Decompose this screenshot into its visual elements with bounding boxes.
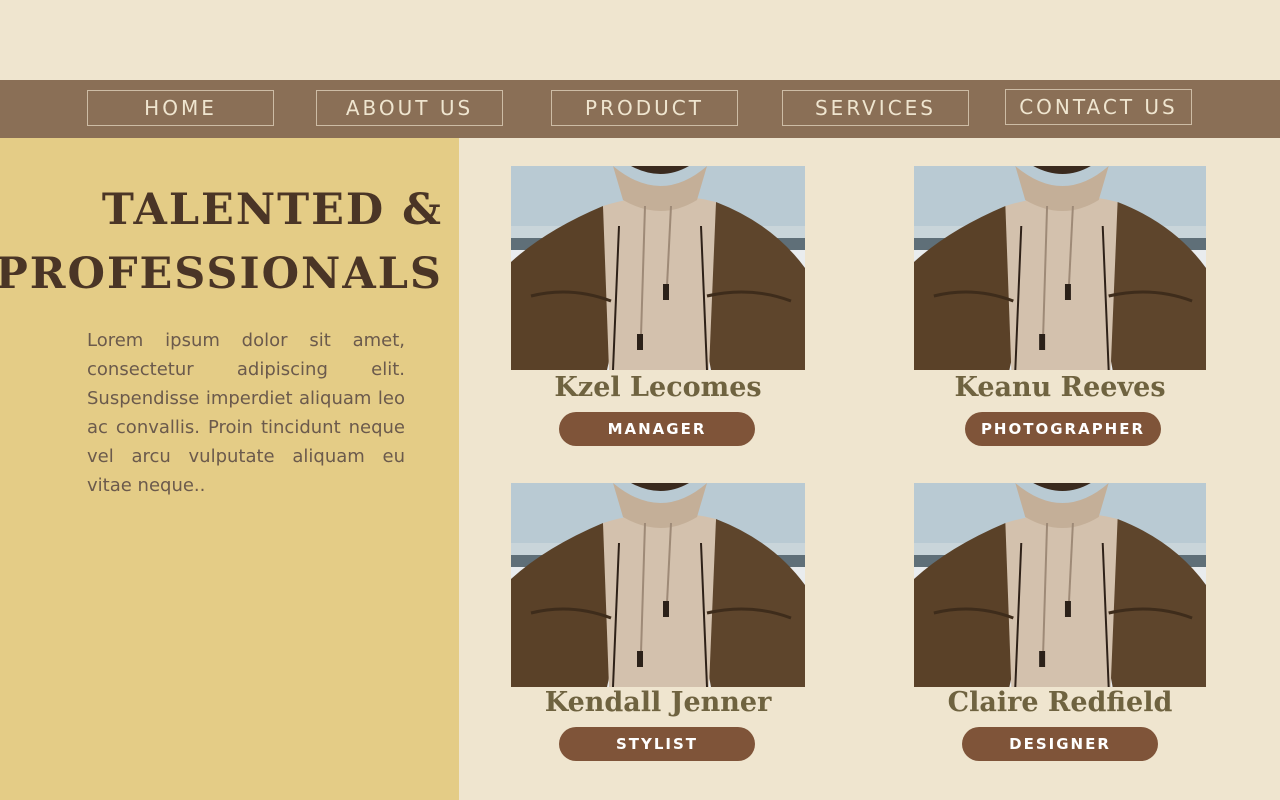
nav-services[interactable]: SERVICES <box>782 90 969 126</box>
team-member-name: Kendall Jenner <box>544 687 772 718</box>
intro-panel: TALENTED & PROFESSIONALS Lorem ipsum dol… <box>0 138 459 800</box>
role-badge: MANAGER <box>559 412 755 446</box>
role-badge: STYLIST <box>559 727 755 761</box>
nav-product[interactable]: PRODUCT <box>551 90 738 126</box>
role-badge: PHOTOGRAPHER <box>965 412 1161 446</box>
headline-line-2: PROFESSIONALS <box>0 249 443 299</box>
nav-about-us[interactable]: ABOUT US <box>316 90 503 126</box>
team-member-name: Keanu Reeves <box>954 372 1166 403</box>
team-photo <box>511 483 805 687</box>
team-photo <box>914 483 1206 687</box>
team-photo <box>511 166 805 370</box>
main-nav: HOME ABOUT US PRODUCT SERVICES CONTACT U… <box>0 80 1280 138</box>
role-badge: DESIGNER <box>962 727 1158 761</box>
team-member-name: Claire Redfield <box>947 687 1173 718</box>
page-headline: TALENTED & PROFESSIONALS <box>0 178 443 306</box>
headline-line-1: TALENTED & <box>101 185 443 235</box>
team-photo <box>914 166 1206 370</box>
team-member-name: Kzel Lecomes <box>554 372 762 403</box>
nav-contact-us[interactable]: CONTACT US <box>1005 89 1192 125</box>
nav-home[interactable]: HOME <box>87 90 274 126</box>
intro-text: Lorem ipsum dolor sit amet, consectetur … <box>87 330 405 496</box>
